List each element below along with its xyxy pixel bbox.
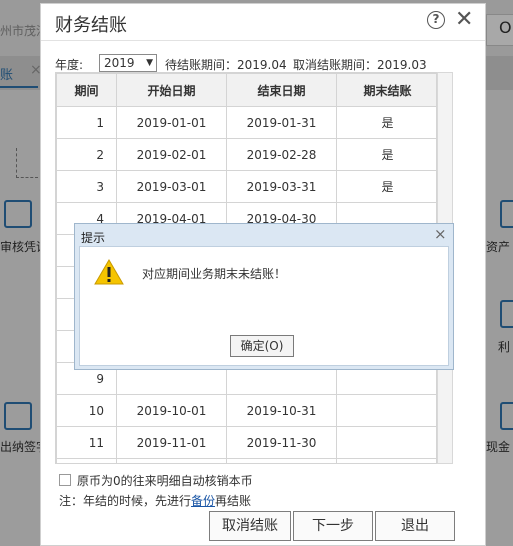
- cash-icon[interactable]: [500, 402, 513, 430]
- tab-active[interactable]: 账: [0, 64, 13, 83]
- close-icon[interactable]: ✕: [455, 7, 473, 32]
- cell-closed: [336, 394, 436, 427]
- workflow-label-assets: 资产: [486, 240, 511, 254]
- flow-line: [16, 148, 17, 178]
- help-icon[interactable]: ?: [427, 11, 445, 29]
- cell-start-date: 2019-12-01: [116, 458, 227, 463]
- note-prefix: 注：年结的时候，先进行: [59, 494, 192, 508]
- alert-message: 对应期间业务期末未结账！: [142, 267, 287, 281]
- cell-closed: [336, 458, 436, 463]
- cell-end-date: 2019-12-31: [226, 458, 337, 463]
- cell-start-date: 2019-03-01: [116, 170, 227, 203]
- column-header-period: 期间: [56, 73, 117, 107]
- warning-icon: [94, 259, 124, 285]
- cashier-sign-icon[interactable]: [4, 402, 32, 430]
- dropdown-arrow-icon: ▼: [146, 58, 153, 68]
- exit-button[interactable]: 退出: [375, 511, 455, 541]
- assets-icon[interactable]: [500, 200, 513, 228]
- table-row[interactable]: 122019-12-012019-12-31: [56, 458, 436, 463]
- cell-end-date: 2019-03-31: [226, 170, 337, 203]
- table-row[interactable]: 2 2019-02-01 2019-02-28 是: [56, 138, 436, 171]
- cell-period: 1: [56, 106, 117, 139]
- cell-period: 3: [56, 170, 117, 203]
- cell-period: 11: [56, 426, 117, 459]
- cell-start-date: 2019-10-01: [116, 394, 227, 427]
- workflow-label-cash: 现金: [486, 440, 511, 454]
- table-row[interactable]: 1 2019-01-01 2019-01-31 是: [56, 106, 436, 139]
- cell-start-date: 2019-01-01: [116, 106, 227, 139]
- table-row[interactable]: 3 2019-03-01 2019-03-31 是: [56, 170, 436, 203]
- profit-icon[interactable]: [500, 300, 513, 328]
- auto-writeoff-label: 原币为0的往来明细自动核销本币: [77, 474, 253, 488]
- flow-line: [16, 177, 38, 178]
- column-header-end-date: 结束日期: [226, 73, 337, 107]
- cell-end-date: 2019-02-28: [226, 138, 337, 171]
- column-header-closed: 期末结账: [336, 73, 436, 107]
- title-divider: [41, 40, 485, 41]
- search-text: O: [499, 18, 512, 37]
- note-suffix: 再结账: [215, 494, 252, 508]
- column-header-start-date: 开始日期: [116, 73, 227, 107]
- cell-end-date: 2019-11-30: [226, 426, 337, 459]
- workflow-label-profit: 利: [498, 340, 511, 354]
- alert-dialog: 提示 × 对应期间业务期末未结账！ 确定(O): [74, 223, 454, 370]
- dialog-title: 财务结账: [55, 15, 127, 36]
- voucher-review-icon[interactable]: [4, 200, 32, 228]
- year-select[interactable]: 2019 ▼: [99, 54, 157, 72]
- cell-period: 2: [56, 138, 117, 171]
- cell-end-date: 2019-10-31: [226, 394, 337, 427]
- alert-body: 对应期间业务期末未结账！ 确定(O): [79, 246, 449, 366]
- backup-link[interactable]: 备份: [191, 494, 215, 508]
- year-label: 年度:: [55, 58, 84, 72]
- cancel-closing-button[interactable]: 取消结账: [209, 511, 291, 541]
- alert-title: 提示: [81, 231, 106, 245]
- cell-closed: [336, 426, 436, 459]
- next-step-button[interactable]: 下一步: [293, 511, 373, 541]
- year-value: 2019: [104, 56, 135, 70]
- table-row[interactable]: 11 2019-11-01 2019-11-30: [56, 426, 436, 459]
- ok-button[interactable]: 确定(O): [230, 335, 294, 357]
- table-row[interactable]: 10 2019-10-01 2019-10-31: [56, 394, 436, 427]
- cell-end-date: 2019-01-31: [226, 106, 337, 139]
- cell-closed: 是: [336, 106, 436, 139]
- auto-writeoff-checkbox[interactable]: [59, 474, 71, 486]
- cell-closed: 是: [336, 138, 436, 171]
- tab-underline: [0, 86, 38, 88]
- cell-period: 10: [56, 394, 117, 427]
- cell-closed: 是: [336, 170, 436, 203]
- pending-period: 待结账期间：2019.04: [165, 58, 287, 72]
- cell-start-date: 2019-11-01: [116, 426, 227, 459]
- alert-close-icon[interactable]: ×: [434, 225, 447, 243]
- cell-period: 12: [56, 458, 117, 463]
- cancel-period: 取消结账期间：2019.03: [293, 58, 427, 72]
- cell-start-date: 2019-02-01: [116, 138, 227, 171]
- year-end-note: 注：年结的时候，先进行备份再结账: [59, 492, 251, 509]
